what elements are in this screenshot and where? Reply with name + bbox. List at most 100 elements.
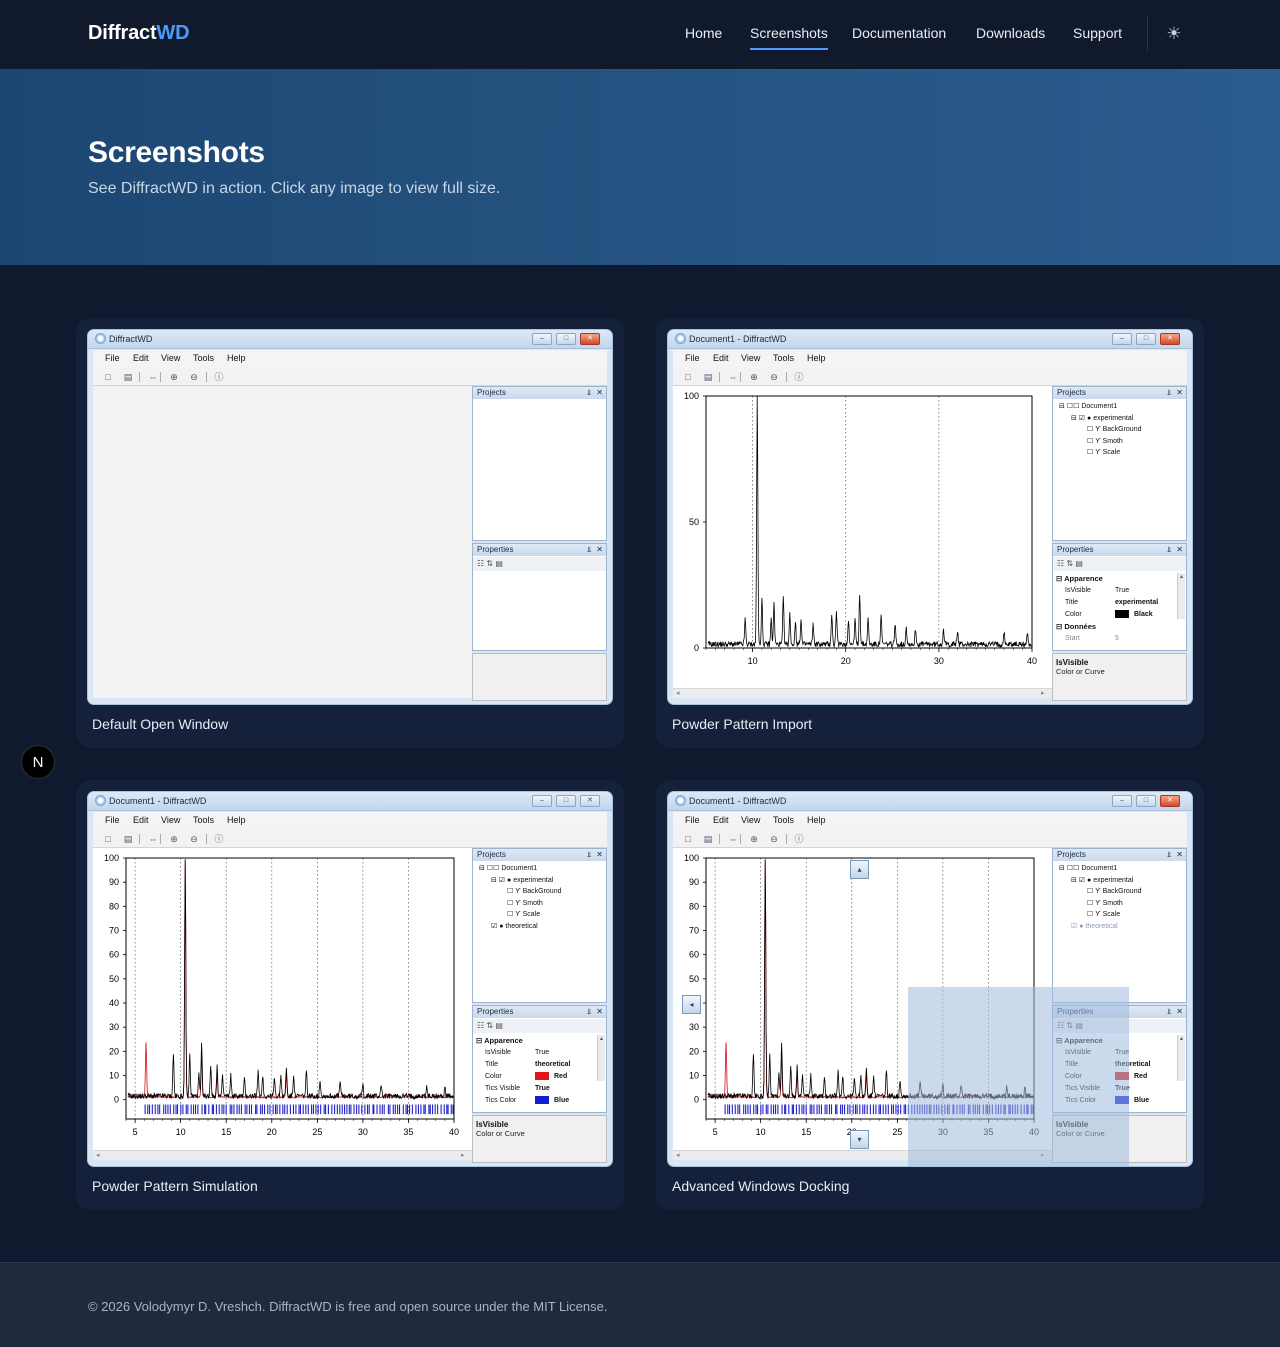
- property-row[interactable]: IsVisible True: [473, 1047, 606, 1059]
- property-category[interactable]: ⊟ Apparence: [1053, 573, 1186, 585]
- nav-link-downloads[interactable]: Downloads: [976, 25, 1045, 41]
- open-folder-icon[interactable]: ▤: [702, 371, 714, 383]
- collapse-icon[interactable]: ⊟: [1056, 574, 1064, 583]
- scroll-right-icon[interactable]: ▸: [1041, 689, 1045, 698]
- minimize-icon[interactable]: –: [532, 333, 552, 345]
- menu-item-help[interactable]: Help: [227, 815, 246, 825]
- close-icon[interactable]: ✕: [580, 795, 600, 807]
- tree-node[interactable]: ☐ ϒ Scale: [1055, 909, 1142, 921]
- tree-node[interactable]: ⊟ ☐☐ Document1: [475, 863, 562, 875]
- screenshot-image[interactable]: Document1 - DiffractWD – □ ✕ File Edit View Too…: [668, 330, 1192, 704]
- close-pane-icon[interactable]: ✕: [596, 545, 603, 554]
- property-value[interactable]: True: [535, 1047, 549, 1059]
- sort-alpha-icon[interactable]: ⇅: [486, 1021, 495, 1030]
- info-icon[interactable]: ⓘ: [213, 371, 225, 383]
- menu-item-view[interactable]: View: [741, 815, 760, 825]
- tree-node[interactable]: ☑ ● theoretical: [475, 921, 562, 933]
- dock-bottom-icon[interactable]: ▾: [850, 1130, 869, 1149]
- property-row[interactable]: Title theoretical: [473, 1059, 606, 1071]
- nav-link-home[interactable]: Home: [685, 25, 722, 41]
- property-pages-icon[interactable]: ▤: [1075, 559, 1083, 568]
- menu-item-help[interactable]: Help: [807, 815, 826, 825]
- close-pane-icon[interactable]: ✕: [1176, 850, 1183, 859]
- menu-item-view[interactable]: View: [161, 815, 180, 825]
- horizontal-scrollbar[interactable]: ◂▸: [673, 688, 1052, 698]
- zoom-in-icon[interactable]: ⊕: [748, 833, 760, 845]
- info-icon[interactable]: ⓘ: [793, 371, 805, 383]
- menu-item-help[interactable]: Help: [807, 353, 826, 363]
- property-row[interactable]: IsVisible True: [1053, 585, 1186, 597]
- new-file-icon[interactable]: □: [682, 371, 694, 383]
- property-category[interactable]: ⊟ Apparence: [473, 1035, 606, 1047]
- minimize-icon[interactable]: –: [1112, 795, 1132, 807]
- property-pages-icon[interactable]: ▤: [495, 559, 503, 568]
- horizontal-scrollbar[interactable]: ◂▸: [93, 1150, 472, 1160]
- scroll-left-icon[interactable]: ◂: [676, 689, 680, 698]
- menu-item-tools[interactable]: Tools: [773, 815, 794, 825]
- fit-icon[interactable]: ⇔: [727, 833, 739, 845]
- menu-item-edit[interactable]: Edit: [133, 353, 149, 363]
- tree-node[interactable]: ☐ ϒ Scale: [1055, 447, 1142, 459]
- menu-item-help[interactable]: Help: [227, 353, 246, 363]
- next-badge-icon[interactable]: N: [21, 745, 55, 779]
- zoom-out-icon[interactable]: ⊖: [188, 371, 200, 383]
- tree-node[interactable]: ⊟ ☐☐ Document1: [1055, 863, 1142, 875]
- tree-node[interactable]: ⊟ ☑ ● experimental: [1055, 413, 1142, 425]
- property-value[interactable]: theoretical: [535, 1059, 570, 1071]
- property-category[interactable]: ⊟ Données: [1053, 621, 1186, 633]
- minimize-icon[interactable]: –: [532, 795, 552, 807]
- zoom-in-icon[interactable]: ⊕: [748, 371, 760, 383]
- property-value[interactable]: Red: [535, 1071, 567, 1083]
- info-icon[interactable]: ⓘ: [213, 833, 225, 845]
- close-icon[interactable]: ✕: [1160, 795, 1180, 807]
- property-pages-icon[interactable]: ▤: [495, 1021, 503, 1030]
- tree-node[interactable]: ☐ ϒ Scale: [475, 909, 562, 921]
- pin-icon[interactable]: ⫫: [1167, 545, 1172, 554]
- maximize-icon[interactable]: □: [556, 795, 576, 807]
- property-row[interactable]: Tics Color Blue: [473, 1095, 606, 1107]
- scroll-left-icon[interactable]: ◂: [676, 1151, 680, 1160]
- tree-node[interactable]: ☐ ϒ Smoth: [475, 898, 562, 910]
- property-grid-scrollbar[interactable]: ▴: [1177, 573, 1185, 619]
- sort-alpha-icon[interactable]: ⇅: [486, 559, 495, 568]
- categorized-icon[interactable]: ☷: [1057, 559, 1066, 568]
- close-pane-icon[interactable]: ✕: [596, 1007, 603, 1016]
- diffraction-chart[interactable]: 0 10 20 30 40 50 60 70 80 90 100 5 10 15 20 25 30 35 40: [93, 848, 472, 1150]
- menu-item-view[interactable]: View: [161, 353, 180, 363]
- property-value[interactable]: Black: [1115, 609, 1153, 621]
- plot-canvas[interactable]: 0 10 20 30 40 50 60 70 80 90 100 5 10 15 20 25 30 35 40: [93, 848, 472, 1150]
- close-pane-icon[interactable]: ✕: [596, 850, 603, 859]
- info-icon[interactable]: ⓘ: [793, 833, 805, 845]
- tree-node[interactable]: ⊟ ☑ ● experimental: [475, 875, 562, 887]
- menu-item-file[interactable]: File: [105, 815, 120, 825]
- zoom-out-icon[interactable]: ⊖: [768, 833, 780, 845]
- tree-node[interactable]: ⊟ ☑ ● experimental: [1055, 875, 1142, 887]
- menu-item-view[interactable]: View: [741, 353, 760, 363]
- dock-top-icon[interactable]: ▴: [850, 860, 869, 879]
- sun-icon[interactable]: ☀: [1161, 21, 1187, 47]
- pin-icon[interactable]: ⫫: [1167, 1007, 1172, 1016]
- tree-node[interactable]: ☑ ● theoretical: [1055, 921, 1142, 933]
- sort-alpha-icon[interactable]: ⇅: [1066, 559, 1075, 568]
- open-folder-icon[interactable]: ▤: [122, 833, 134, 845]
- menu-item-tools[interactable]: Tools: [773, 353, 794, 363]
- menu-item-file[interactable]: File: [685, 353, 700, 363]
- menu-item-edit[interactable]: Edit: [713, 353, 729, 363]
- property-value[interactable]: 5: [1115, 633, 1119, 645]
- diffraction-chart[interactable]: 0 50 100 10 20 30 40: [673, 386, 1052, 688]
- pin-icon[interactable]: ⫫: [587, 388, 592, 397]
- categorized-icon[interactable]: ☷: [477, 559, 486, 568]
- screenshot-image[interactable]: Document1 - DiffractWD – □ ✕ File Edit View Too…: [88, 792, 612, 1166]
- pin-icon[interactable]: ⫫: [1167, 850, 1172, 859]
- property-row[interactable]: Color Black: [1053, 609, 1186, 621]
- maximize-icon[interactable]: □: [1136, 333, 1156, 345]
- property-row[interactable]: Tics Visible True: [473, 1083, 606, 1095]
- property-row[interactable]: Title experimental: [1053, 597, 1186, 609]
- maximize-icon[interactable]: □: [1136, 795, 1156, 807]
- fit-icon[interactable]: ⇔: [147, 833, 159, 845]
- pin-icon[interactable]: ⫫: [587, 1007, 592, 1016]
- nav-link-documentation[interactable]: Documentation: [852, 25, 946, 41]
- fit-icon[interactable]: ⇔: [727, 371, 739, 383]
- new-file-icon[interactable]: □: [682, 833, 694, 845]
- property-grid-scrollbar[interactable]: ▴: [597, 1035, 605, 1081]
